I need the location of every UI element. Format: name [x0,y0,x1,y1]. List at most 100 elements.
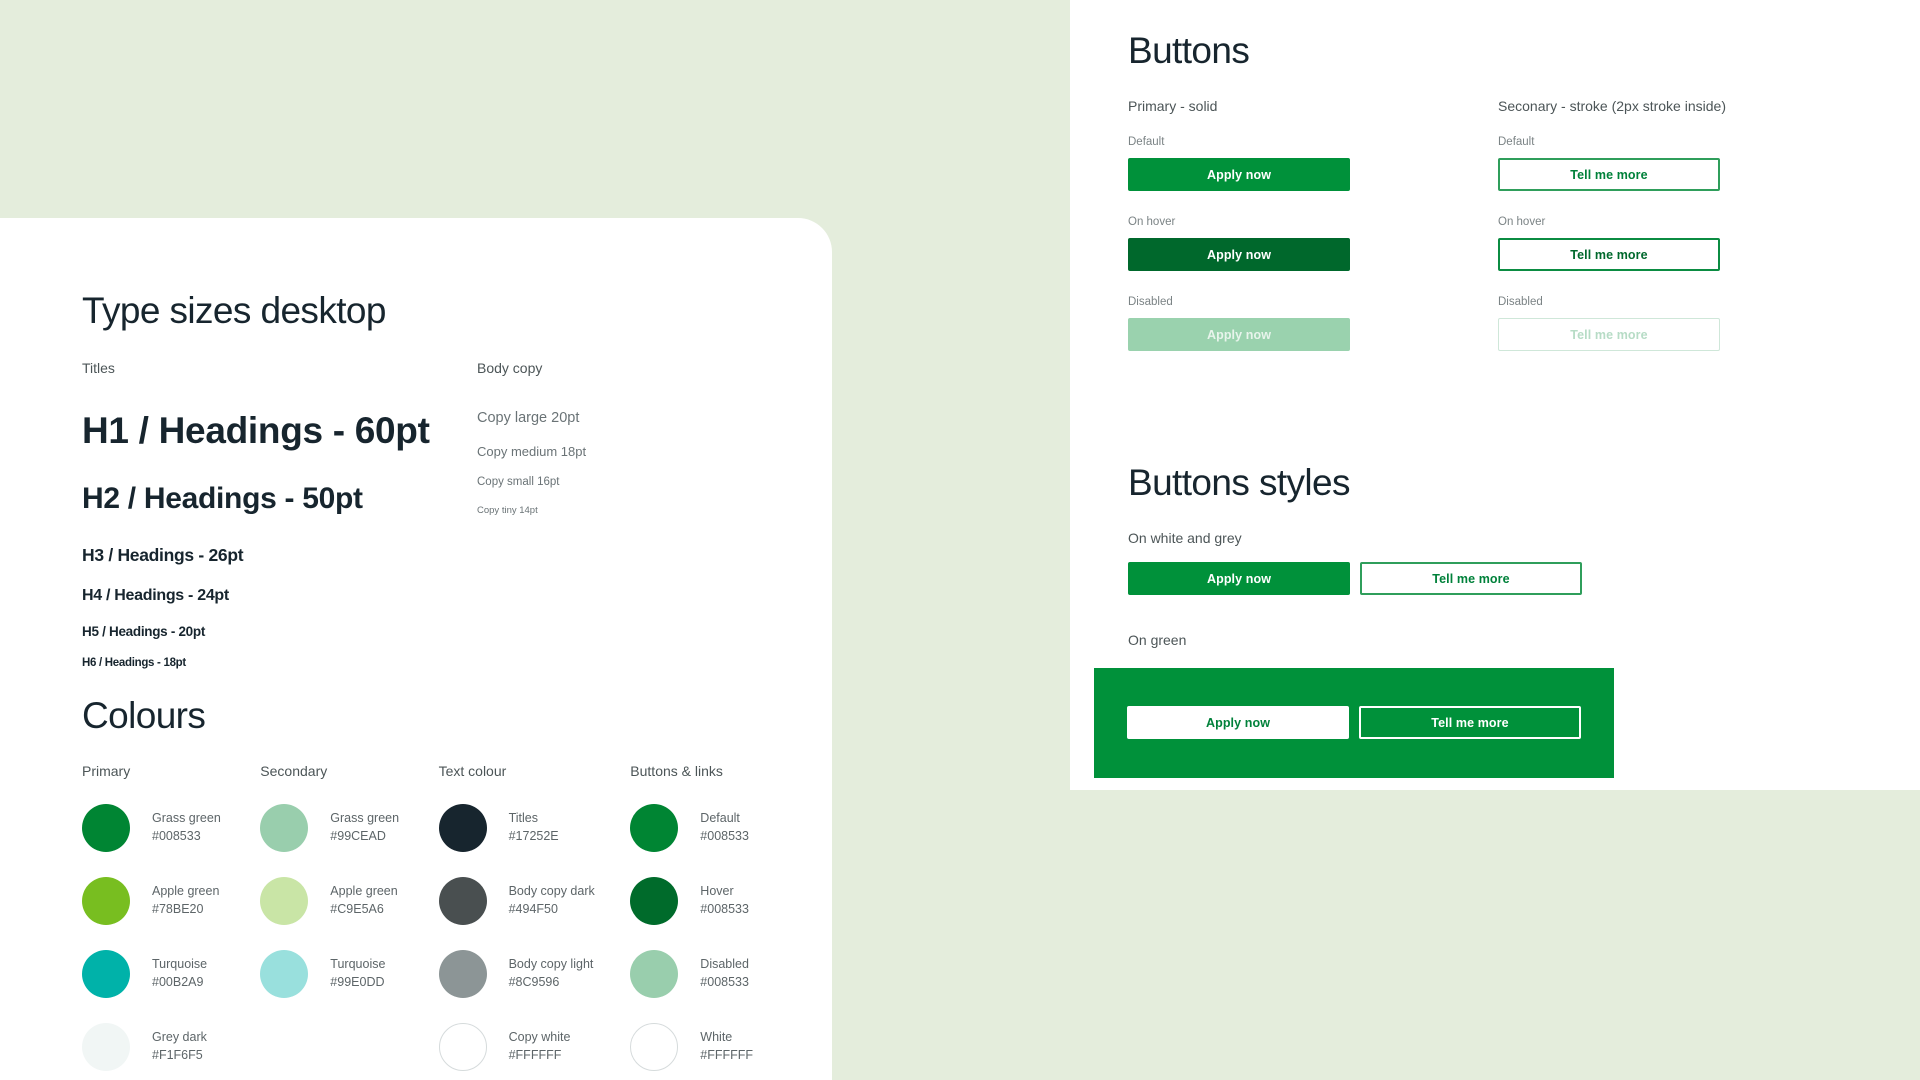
swatch-name: Grass green [330,811,400,826]
colour-swatch [630,1023,679,1071]
swatch-name: Hover [700,884,734,899]
swatch-row: Apple green #C9E5A6 [260,877,438,925]
body-copy-column: Body copy Copy large 20pt Copy medium 18… [477,360,777,669]
tell-me-more-button-on-white[interactable]: Tell me more [1360,562,1582,595]
buttons-title: Buttons [1128,30,1250,71]
swatch-hex: #00B2A9 [152,975,204,989]
button-styles-section: Buttons styles On white and grey Apply n… [1128,462,1868,595]
swatch-name: Turquoise [330,957,386,972]
swatch-row: Disabled #008533 [630,950,822,998]
titles-column: Titles H1 / Headings - 60pt H2 / Heading… [82,360,477,669]
buttons-section: Buttons Primary - solid Default Apply no… [1128,30,1868,376]
secondary-disabled-block: Disabled Tell me more [1498,296,1868,351]
colour-swatch [82,1023,130,1071]
swatch-row: Turquoise #00B2A9 [82,950,260,998]
colour-group-label: Secondary [260,763,328,779]
swatch-row: Grass green #99CEAD [260,804,438,852]
swatch-caption: Grey dark #F1F6F5 [152,1029,207,1065]
apply-now-button-hover[interactable]: Apply now [1128,238,1350,271]
swatch-row: Hover #008533 [630,877,822,925]
on-green-label: On green [1128,632,1187,648]
state-label-disabled: Disabled [1128,296,1173,308]
colour-swatch [438,804,487,852]
tell-me-more-button-on-green[interactable]: Tell me more [1359,706,1581,739]
swatch-row: Grey dark #F1F6F5 [82,1023,260,1071]
apply-now-button-on-white[interactable]: Apply now [1128,562,1350,595]
colours-columns: Primary Grass green #008533 Apple green … [82,763,822,1071]
colour-swatch [82,950,130,998]
colour-swatch [438,1023,487,1071]
swatch-caption: Default #008533 [700,810,749,846]
swatch-caption: Disabled #008533 [700,956,749,992]
state-label-default: Default [1128,136,1165,148]
colour-swatch [260,877,309,925]
swatch-name: Apple green [152,884,220,899]
type-sample-h5: H5 / Headings - 20pt [82,624,206,639]
colour-swatch [82,877,130,925]
swatch-name: White [700,1030,733,1045]
swatch-caption: Turquoise #99E0DD [330,956,385,992]
swatch-caption: Turquoise #00B2A9 [152,956,207,992]
type-sample-copy-small: Copy small 16pt [477,476,560,488]
tell-me-more-button-hover[interactable]: Tell me more [1498,238,1720,271]
on-green-buttons-row: Apply now Tell me more [1094,668,1614,739]
state-label-default: Default [1498,136,1535,148]
swatch-caption: Apple green #C9E5A6 [330,883,397,919]
type-sample-h2: H2 / Headings - 50pt [82,482,363,515]
colour-group-secondary: Secondary Grass green #99CEAD Apple gree… [260,763,438,1071]
colour-group-label: Primary [82,763,131,779]
primary-group-label: Primary - solid [1128,98,1218,114]
colour-group-label: Buttons & links [630,763,723,779]
swatch-hex: #FFFFFF [508,1048,562,1062]
colour-group-buttons-links: Buttons & links Default #008533 Hover #0… [630,763,822,1071]
colour-swatch [260,950,309,998]
colours-title: Colours [82,695,206,736]
body-copy-column-label: Body copy [477,360,543,376]
tell-me-more-button-default[interactable]: Tell me more [1498,158,1720,191]
swatch-caption: Hover #008533 [700,883,749,919]
tell-me-more-button-disabled: Tell me more [1498,318,1720,351]
type-sample-h1: H1 / Headings - 60pt [82,410,430,451]
swatch-row: Copy white #FFFFFF [438,1023,631,1071]
state-label-disabled: Disabled [1498,296,1543,308]
type-sample-h3: H3 / Headings - 26pt [82,545,244,565]
swatch-caption: Body copy dark #494F50 [509,883,595,919]
swatch-name: Default [700,811,740,826]
colour-swatch [260,804,309,852]
swatch-row: Turquoise #99E0DD [260,950,438,998]
background-plate-bottom-right [832,790,1920,1080]
colour-swatch [630,950,679,998]
type-sizes-title: Type sizes desktop [82,290,386,331]
apply-now-button-default[interactable]: Apply now [1128,158,1350,191]
apply-now-button-on-green[interactable]: Apply now [1127,706,1349,739]
swatch-hex: #FFFFFF [700,1048,754,1062]
swatch-hex: #008533 [152,829,201,843]
swatch-caption: Grass green #008533 [152,810,221,846]
swatch-row: Titles #17252E [438,804,631,852]
secondary-default-block: Default Tell me more [1498,136,1868,191]
type-sample-h4: H4 / Headings - 24pt [82,587,229,604]
swatch-hex: #99CEAD [330,829,386,843]
swatch-row: Body copy dark #494F50 [438,877,631,925]
style-guide-canvas: Type sizes desktop Titles H1 / Headings … [0,0,1920,1080]
swatch-name: Copy white [508,1030,571,1045]
swatch-hex: #78BE20 [152,902,204,916]
secondary-buttons-column: Seconary - stroke (2px stroke inside) De… [1498,98,1868,376]
primary-default-block: Default Apply now [1128,136,1498,191]
titles-column-label: Titles [82,360,115,376]
swatch-caption: Apple green #78BE20 [152,883,219,919]
swatch-hex: #17252E [508,829,559,843]
secondary-group-label: Seconary - stroke (2px stroke inside) [1498,98,1726,114]
swatch-name: Body copy dark [508,884,595,899]
state-label-hover: On hover [1128,216,1176,228]
swatch-row: Grass green #008533 [82,804,260,852]
on-white-and-grey-label: On white and grey [1128,530,1242,546]
body-copy-list: Copy large 20pt Copy medium 18pt Copy sm… [477,410,777,516]
titles-list: H1 / Headings - 60pt H2 / Headings - 50p… [82,410,477,669]
swatch-name: Turquoise [152,957,208,972]
swatch-hex: #8C9596 [508,975,560,989]
primary-hover-block: On hover Apply now [1128,216,1498,271]
swatch-caption: Grass green #99CEAD [330,810,399,846]
swatch-hex: #99E0DD [330,975,385,989]
swatch-hex: #F1F6F5 [152,1048,203,1062]
